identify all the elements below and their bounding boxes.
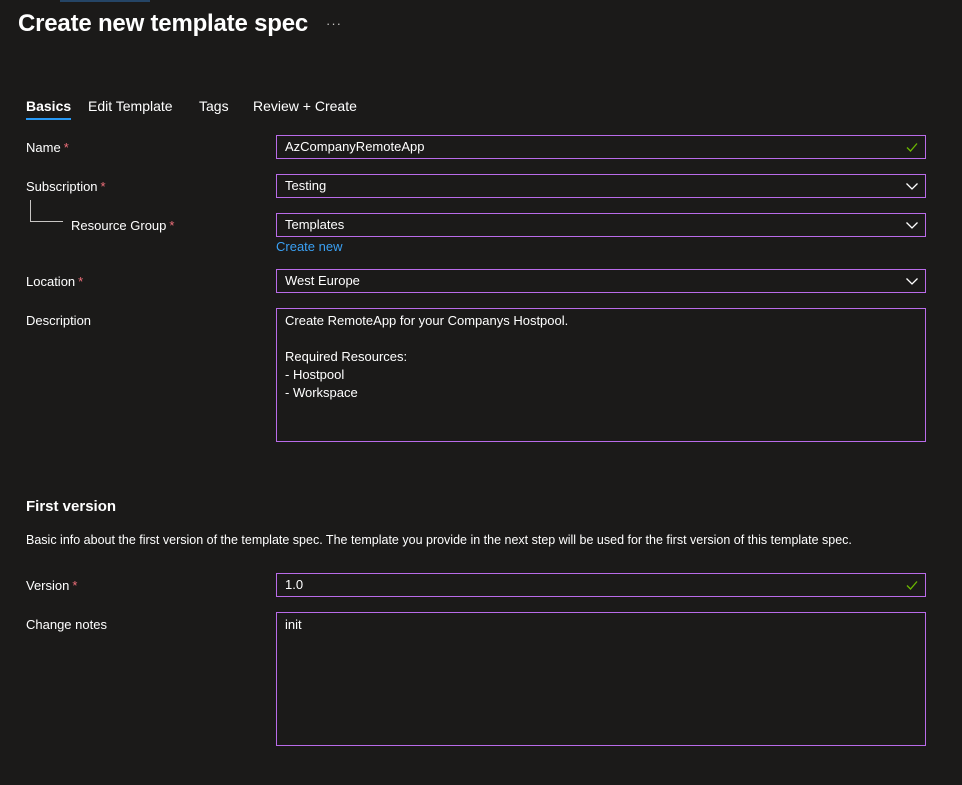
location-label: Location * (26, 274, 83, 289)
location-value: West Europe (285, 273, 360, 288)
create-new-resource-group-link[interactable]: Create new (276, 239, 342, 254)
resource-group-label-text: Resource Group (71, 218, 167, 233)
checkmark-icon (906, 581, 918, 590)
name-label: Name * (26, 140, 69, 155)
tab-edit-template-label: Edit Template (88, 98, 173, 114)
subscription-value: Testing (285, 178, 327, 193)
active-tab-indicator (26, 118, 72, 120)
first-version-description: Basic info about the first version of th… (26, 533, 852, 547)
subscription-label: Subscription * (26, 179, 106, 194)
breadcrumb-remnant (60, 0, 150, 2)
version-field[interactable]: 1.0 (276, 573, 926, 597)
location-dropdown[interactable]: West Europe (276, 269, 926, 293)
change-notes-label: Change notes (26, 617, 107, 632)
tab-basics-label: Basics (26, 98, 72, 114)
change-notes-label-text: Change notes (26, 617, 107, 632)
subscription-label-text: Subscription (26, 179, 98, 194)
resource-group-value: Templates (285, 217, 345, 232)
description-value: Create RemoteApp for your Companys Hostp… (285, 313, 569, 400)
required-marker: * (63, 140, 69, 155)
chevron-down-icon (906, 183, 918, 190)
version-label-text: Version (26, 578, 70, 593)
more-options-button[interactable]: ··· (326, 16, 342, 31)
description-label-text: Description (26, 313, 92, 328)
name-label-text: Name (26, 140, 61, 155)
location-label-text: Location (26, 274, 76, 289)
resource-group-label: Resource Group * (71, 218, 174, 233)
version-value: 1.0 (285, 577, 304, 592)
checkmark-icon (906, 143, 918, 152)
change-notes-textarea[interactable]: init (276, 612, 926, 746)
tab-tags[interactable]: Tags (199, 98, 229, 120)
template-spec-page: Create new template spec ··· Basics Edit… (0, 0, 962, 785)
chevron-down-icon (906, 278, 918, 285)
first-version-heading: First version (26, 498, 117, 515)
required-marker: * (169, 218, 175, 233)
tree-connector (30, 200, 63, 222)
required-marker: * (78, 274, 84, 289)
description-textarea[interactable]: Create RemoteApp for your Companys Hostp… (276, 308, 926, 442)
required-marker: * (72, 578, 78, 593)
tab-basics[interactable]: Basics (26, 98, 72, 120)
name-field[interactable]: AzCompanyRemoteApp (276, 135, 926, 159)
description-label: Description (26, 313, 91, 328)
subscription-dropdown[interactable]: Testing (276, 174, 926, 198)
tab-edit-template[interactable]: Edit Template (88, 98, 173, 120)
name-value: AzCompanyRemoteApp (285, 139, 425, 154)
tab-review-create-label: Review + Create (253, 98, 357, 114)
tab-review-create[interactable]: Review + Create (253, 98, 357, 120)
tab-tags-label: Tags (199, 98, 229, 114)
version-label: Version * (26, 578, 77, 593)
chevron-down-icon (906, 222, 918, 229)
resource-group-dropdown[interactable]: Templates (276, 213, 926, 237)
required-marker: * (100, 179, 106, 194)
page-title: Create new template spec (18, 10, 308, 37)
change-notes-value: init (285, 617, 302, 632)
